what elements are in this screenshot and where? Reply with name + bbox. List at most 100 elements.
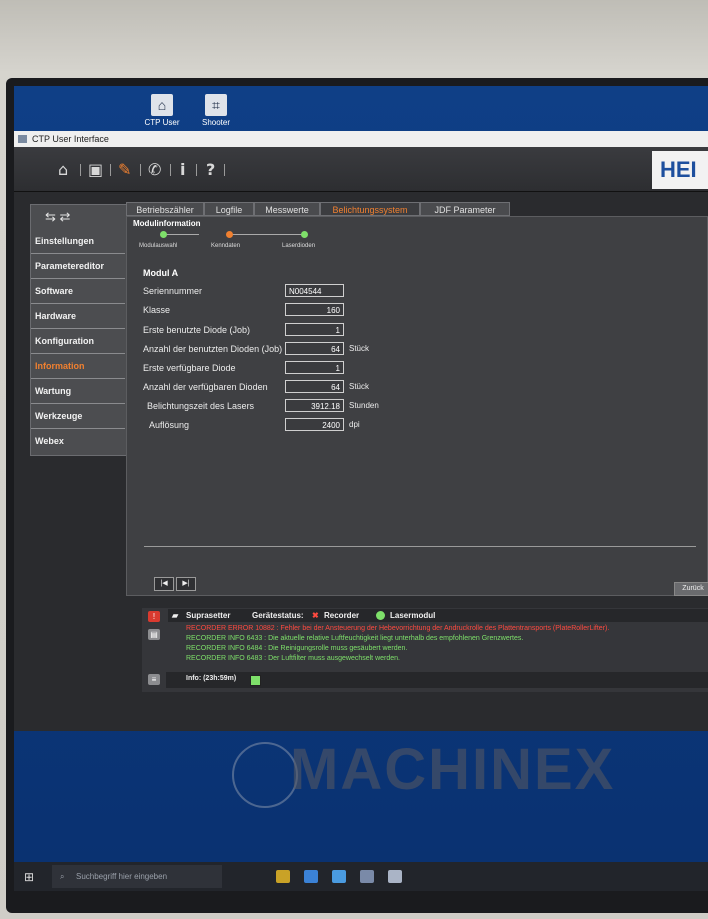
content-divider <box>144 546 696 547</box>
ok-status-icon <box>376 611 385 620</box>
wrench-icon[interactable]: ✎ <box>118 160 131 179</box>
sidebar-item-wartung[interactable]: Wartung <box>31 379 125 404</box>
network-icon[interactable] <box>360 870 374 883</box>
sidebar-item-parametereditor[interactable]: Parametereditor <box>31 254 125 279</box>
erste-benutzte-diode-value: 1 <box>285 323 344 336</box>
suprasetter-icon: ▰ <box>172 611 179 620</box>
sidebar-nav: ⇆ ⇄ Einstellungen Parametereditor Softwa… <box>30 204 134 456</box>
ctp-user-icon: ⌂ <box>151 94 173 116</box>
back-button[interactable]: Zurück <box>674 582 708 596</box>
main-toolbar: ⌂ ▣ ✎ ✆ i ? HEI <box>14 147 708 192</box>
sidebar-item-hardware[interactable]: Hardware <box>31 304 125 329</box>
info-timer: Info: (23h:59m) <box>186 675 237 682</box>
status-header: ▰ Suprasetter Gerätestatus: ✖ Recorder L… <box>168 609 708 622</box>
row-label-belichtungszeit: Belichtungszeit des Lasers <box>147 401 255 411</box>
search-icon: ⌕ <box>60 872 65 881</box>
taskbar-search-input[interactable]: ⌕ Suchbegriff hier eingeben <box>52 865 222 888</box>
home-icon[interactable]: ⌂ <box>58 160 68 179</box>
tab-belichtungssystem[interactable]: Belichtungssystem <box>320 202 420 216</box>
sidebar-item-einstellungen[interactable]: Einstellungen <box>31 229 125 254</box>
seriennummer-value: N004544 <box>285 284 344 297</box>
step-dot-modulauswahl[interactable] <box>160 231 167 238</box>
row-label-anzahl-verfuegbare-dioden: Anzahl der verfügbaren Dioden <box>143 382 268 392</box>
windows-start-icon[interactable]: ⊞ <box>24 870 34 884</box>
last-page-icon[interactable]: ▶| <box>176 577 196 591</box>
toolbar-divider <box>224 164 225 176</box>
row-label-seriennummer: Seriennummer <box>143 286 203 296</box>
toolbar-divider <box>80 164 81 176</box>
window-title: CTP User Interface <box>32 134 109 144</box>
sidebar-item-konfiguration[interactable]: Konfiguration <box>31 329 125 354</box>
sidebar-item-software[interactable]: Software <box>31 279 125 304</box>
tab-jdf-parameter[interactable]: JDF Parameter <box>420 202 510 216</box>
unit-stunden: Stunden <box>349 401 379 410</box>
klasse-value: 160 <box>285 303 344 316</box>
browser-icon[interactable] <box>304 870 318 883</box>
aufloesung-value: 2400 <box>285 418 344 431</box>
job-list-icon[interactable]: ▣ <box>88 160 103 179</box>
toolbar-divider <box>170 164 171 176</box>
desktop-icon-shooter[interactable]: ⌗ Shooter <box>186 94 246 127</box>
brand-logo: HEI <box>652 151 708 189</box>
row-label-erste-verfuegbare-diode: Erste verfügbare Diode <box>143 363 236 373</box>
row-label-aufloesung: Auflösung <box>149 420 190 430</box>
phone-icon[interactable]: ✆ <box>148 160 161 179</box>
shooter-icon: ⌗ <box>205 94 227 116</box>
desktop-icon-ctp-user[interactable]: ⌂ CTP User <box>132 94 192 127</box>
message-line: RECORDER INFO 6483 : Der Luftfilter muss… <box>186 655 400 662</box>
unit-dpi: dpi <box>349 420 360 429</box>
tab-messwerte[interactable]: Messwerte <box>254 202 320 216</box>
row-label-anzahl-benutzte-dioden: Anzahl der benutzten Dioden (Job) <box>143 344 283 354</box>
belichtungszeit-value: 3912.18 <box>285 399 344 412</box>
step-label-modulauswahl: Modulauswahl <box>139 243 178 249</box>
help-icon[interactable]: ? <box>206 160 215 179</box>
row-label-klasse: Klasse <box>143 305 171 315</box>
erste-verfuegbare-diode-value: 1 <box>285 361 344 374</box>
device-status-label: Gerätestatus: <box>252 611 304 620</box>
recorder-status[interactable]: Recorder <box>324 609 359 622</box>
toolbar-divider <box>196 164 197 176</box>
row-label-erste-benutzte-diode: Erste benutzte Diode (Job) <box>143 325 251 335</box>
lasermodul-status[interactable]: Lasermodul <box>390 609 435 622</box>
message-line: RECORDER INFO 6433 : Die aktuelle relati… <box>186 635 524 642</box>
status-panel: ! ▤ ≡ ▰ Suprasetter Gerätestatus: ✖ Reco… <box>142 608 708 692</box>
toolbar-divider <box>140 164 141 176</box>
ctp-app-taskbar-icon[interactable] <box>388 870 402 883</box>
sidebar-item-webex[interactable]: Webex <box>31 429 125 453</box>
message-list-icon[interactable]: ▤ <box>148 629 160 640</box>
file-explorer-icon[interactable] <box>276 870 290 883</box>
alert-icon[interactable]: ! <box>148 611 160 622</box>
step-label-laserdioden: Laserdioden <box>282 243 316 249</box>
window-titlebar: CTP User Interface <box>14 131 708 147</box>
desktop-icon-label: CTP User <box>144 118 180 127</box>
unit-stueck: Stück <box>349 382 370 391</box>
step-connector <box>231 234 303 235</box>
desktop-icon-label: Shooter <box>201 118 231 127</box>
sidebar-item-werkzeuge[interactable]: Werkzeuge <box>31 404 125 429</box>
error-cross-icon: ✖ <box>312 611 319 620</box>
message-line: RECORDER ERROR 10882 : Fehler bei der An… <box>186 625 610 632</box>
swap-arrows-icon[interactable]: ⇆ ⇄ <box>31 205 133 229</box>
step-label-kenndaten: Kenndaten <box>211 243 241 249</box>
anzahl-verfuegbare-dioden-value: 64 <box>285 380 344 393</box>
info-icon[interactable]: i <box>180 160 185 179</box>
device-name: Suprasetter <box>186 611 231 620</box>
ok-check-icon <box>250 675 261 686</box>
anzahl-benutzte-dioden-value: 64 <box>285 342 344 355</box>
tab-betriebszaehler[interactable]: Betriebszähler <box>126 202 204 216</box>
log-icon[interactable]: ≡ <box>148 674 160 685</box>
windows-taskbar: ⊞ ⌕ Suchbegriff hier eingeben <box>14 862 708 891</box>
belichtungssystem-panel: Modulinformation Modulauswahl Kenndaten … <box>126 216 708 596</box>
module-title: Modul A <box>143 268 179 278</box>
section-title: Modulinformation <box>133 219 201 228</box>
message-line: RECORDER INFO 6484 : Die Reinigungsrolle… <box>186 645 408 652</box>
step-dot-kenndaten[interactable] <box>226 231 233 238</box>
watermark: MACHINEX <box>290 737 616 802</box>
step-dot-laserdioden[interactable] <box>301 231 308 238</box>
sidebar-item-information[interactable]: Information <box>31 354 125 379</box>
first-page-icon[interactable]: |◀ <box>154 577 174 591</box>
info-bar: Info: (23h:59m) <box>166 672 708 688</box>
folder-icon[interactable] <box>332 870 346 883</box>
app-icon <box>18 135 27 143</box>
tab-logfile[interactable]: Logfile <box>204 202 254 216</box>
